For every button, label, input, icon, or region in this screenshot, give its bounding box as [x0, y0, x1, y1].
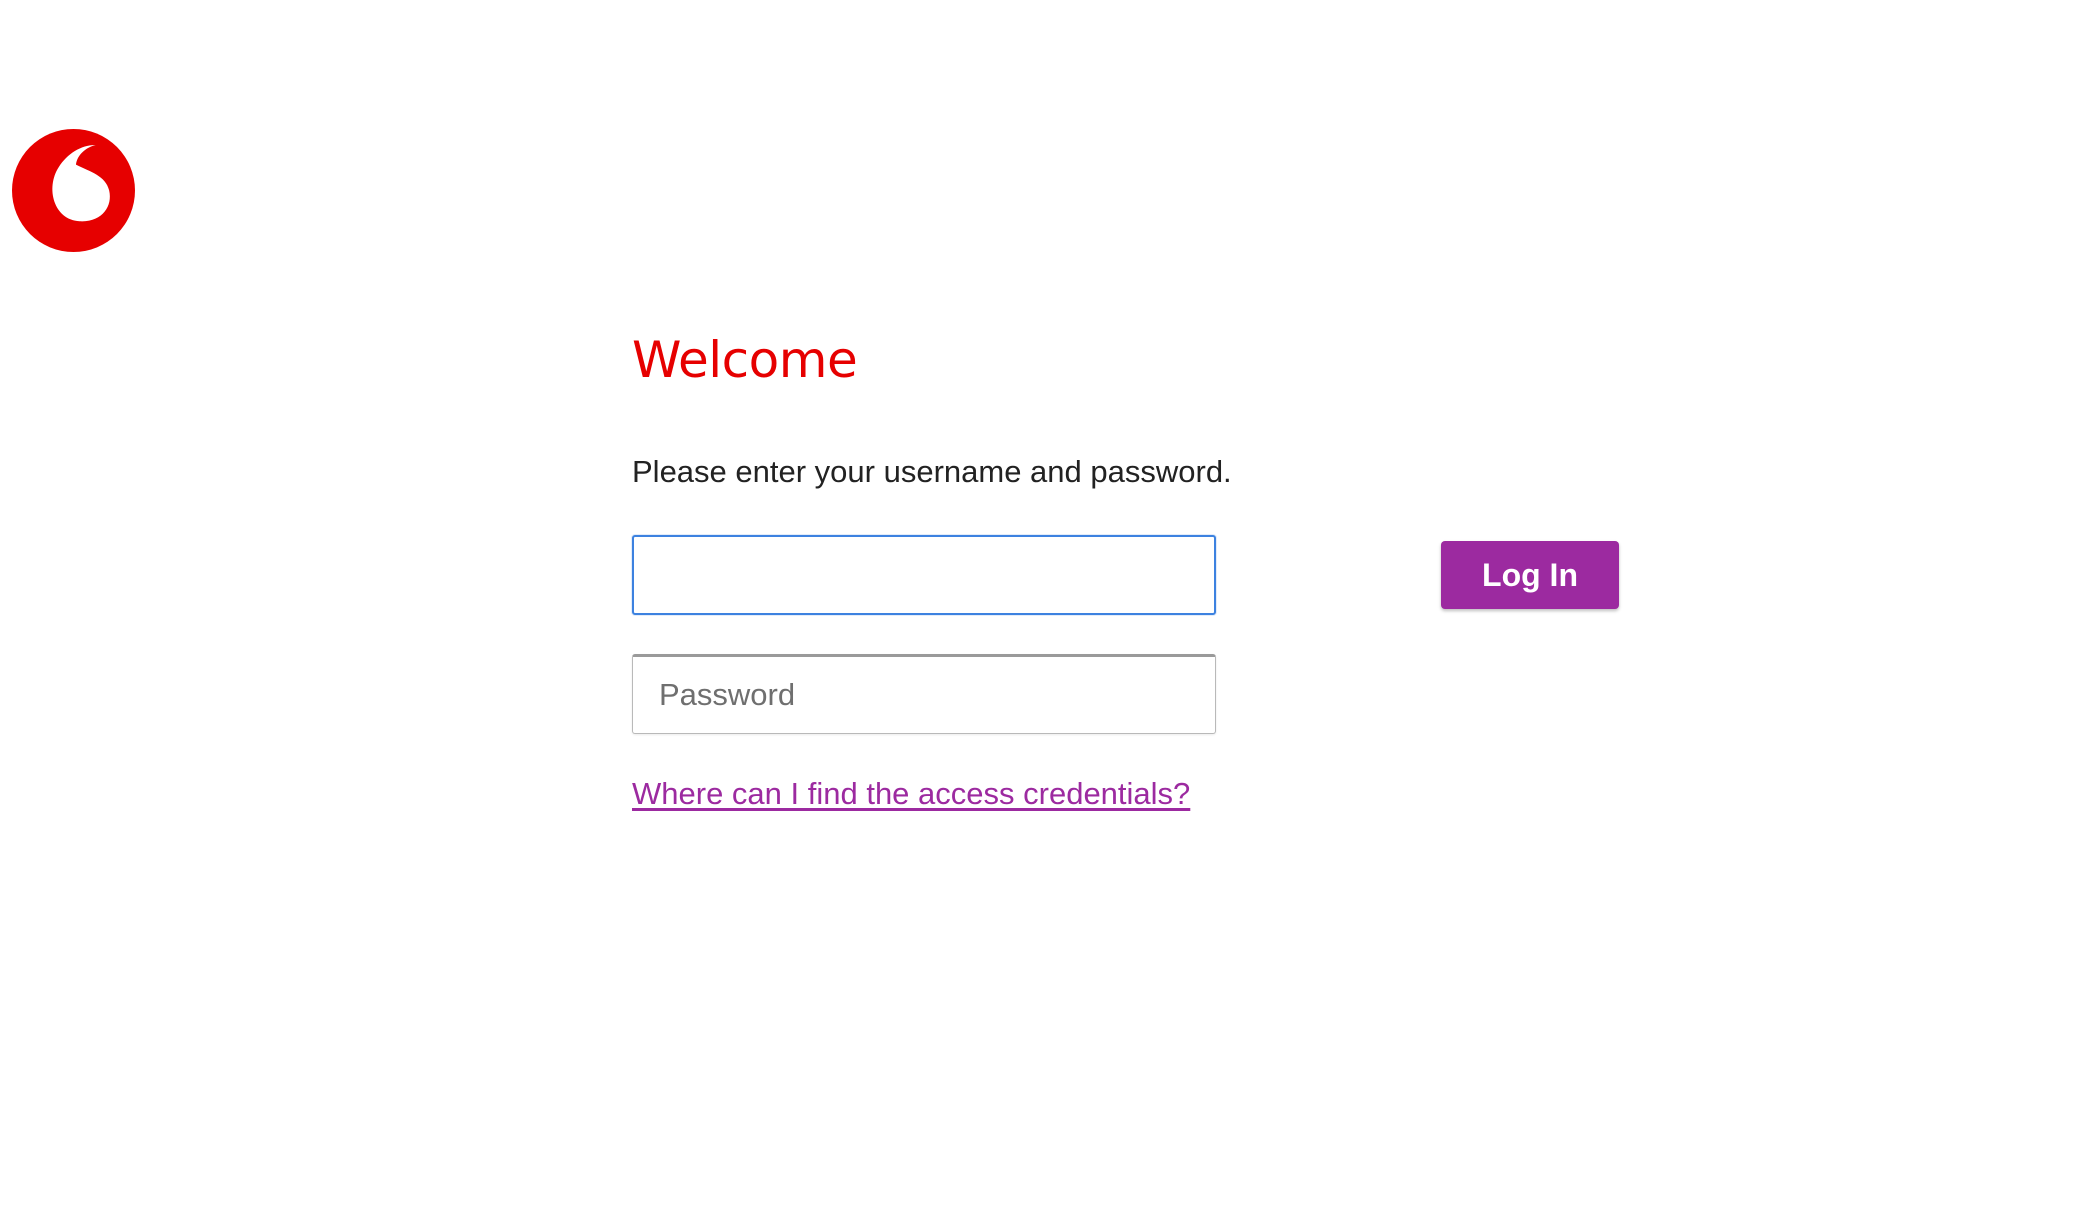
- password-field[interactable]: [632, 654, 1216, 734]
- vodafone-logo-icon: [12, 129, 135, 252]
- access-credentials-help-link[interactable]: Where can I find the access credentials?: [632, 774, 1190, 814]
- username-field[interactable]: [632, 535, 1216, 615]
- log-in-button[interactable]: Log In: [1441, 541, 1619, 609]
- login-instructions: Please enter your username and password.: [632, 454, 1232, 489]
- login-panel: Welcome Please enter your username and p…: [632, 326, 1632, 811]
- page-title: Welcome: [632, 331, 858, 389]
